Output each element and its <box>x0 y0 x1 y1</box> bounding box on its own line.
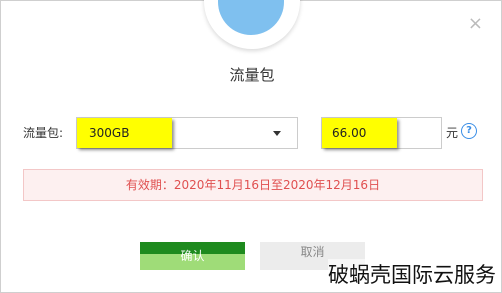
package-edit-icon-glyph <box>218 0 284 35</box>
dialog-title: 流量包 <box>229 66 275 84</box>
close-icon[interactable]: × <box>468 15 483 33</box>
price-value: 66.00 <box>322 118 397 148</box>
package-label: 流量包: <box>23 126 64 140</box>
package-edit-icon <box>218 0 284 35</box>
price-field[interactable]: 66.00 <box>321 117 442 149</box>
watermark-text: 破蜗壳国际云服务 <box>328 259 496 289</box>
confirm-button-label: 确认 <box>180 249 205 263</box>
page: × 流量包 流量包: 300GB 66.00 元 ? 有效期：2020年11月1… <box>0 0 502 293</box>
confirm-button[interactable]: 确认 <box>140 242 245 270</box>
dialog-header-badge <box>204 0 300 49</box>
help-icon[interactable]: ? <box>461 123 477 139</box>
package-select[interactable]: 300GB <box>76 117 298 149</box>
traffic-package-dialog: × 流量包 流量包: 300GB 66.00 元 ? 有效期：2020年11月1… <box>0 0 502 293</box>
price-unit: 元 <box>446 126 459 140</box>
validity-notice: 有效期：2020年11月16日至2020年12月16日 <box>23 169 483 201</box>
package-form-row: 流量包: 300GB 66.00 元 ? <box>1 115 502 149</box>
package-selected-value: 300GB <box>77 118 172 148</box>
chevron-down-icon[interactable] <box>273 131 281 136</box>
